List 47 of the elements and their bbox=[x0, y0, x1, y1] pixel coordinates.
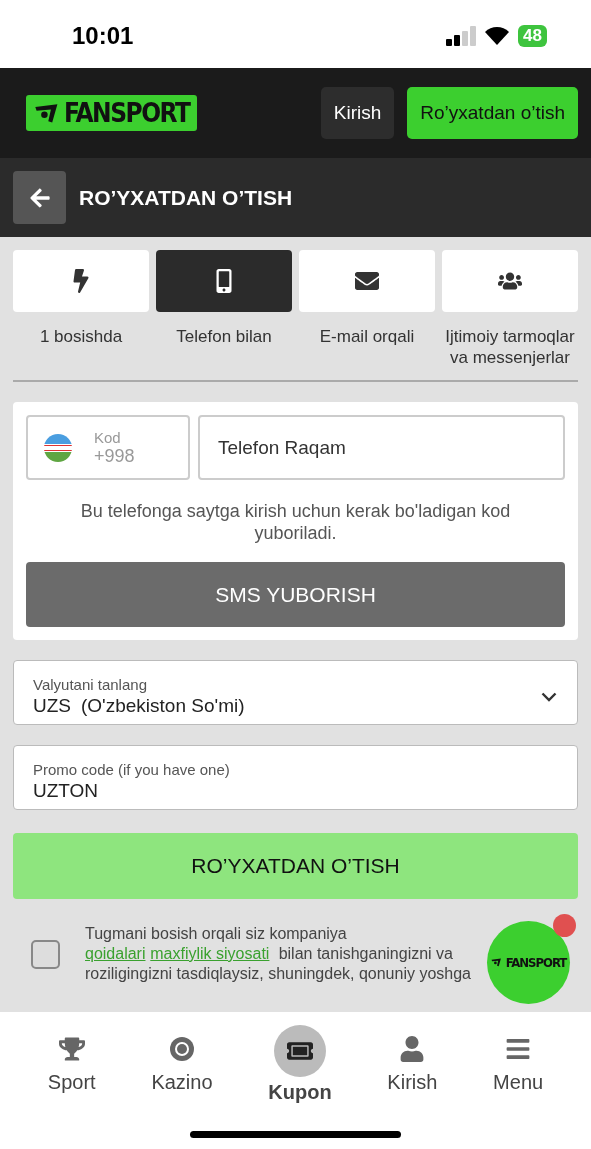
method-tab[interactable] bbox=[442, 250, 578, 312]
logo-icon bbox=[34, 102, 60, 124]
trophy-icon bbox=[58, 1036, 85, 1062]
envelope-icon bbox=[355, 269, 379, 293]
promo-value: UZTON bbox=[33, 780, 99, 802]
method-tab[interactable] bbox=[299, 250, 435, 312]
nav-item[interactable]: Menu bbox=[487, 1032, 550, 1095]
method-label: Ijtimoiy tarmoqlar va messenjerlar bbox=[444, 326, 576, 368]
consent-text: Tugmani bosish orqali siz kompaniya qoidalari maxfiylik siyosati bilan tanishganingizni va roziligingizni tasdiqlaysiz, shuningdek, qonuniy yoshga bbox=[85, 924, 472, 984]
method-label: E-mail orqali bbox=[319, 326, 415, 347]
back-button[interactable] bbox=[13, 171, 66, 224]
currency-name: (O'zbekiston So'mi) bbox=[81, 695, 245, 717]
phone-input[interactable]: Telefon Raqam bbox=[198, 415, 565, 480]
logo-icon bbox=[490, 958, 502, 967]
method-label: 1 bosishda bbox=[39, 326, 123, 347]
method-label: Telefon bilan bbox=[176, 326, 272, 347]
casino-chip-icon bbox=[169, 1036, 195, 1062]
promo-label: Promo code (if you have one) bbox=[33, 761, 230, 778]
register-submit-button[interactable]: RO’YXATDAN O’TISH bbox=[13, 833, 578, 899]
code-label: Kod bbox=[94, 428, 122, 446]
register-button[interactable]: Ro’yxatdan o’tish bbox=[407, 87, 578, 139]
nav-item[interactable]: Sport bbox=[41, 1032, 102, 1095]
signal-icon bbox=[446, 26, 477, 46]
flag-icon bbox=[44, 433, 72, 462]
status-time: 10:01 bbox=[72, 22, 134, 50]
currency-label: Valyutani tanlang bbox=[33, 676, 148, 693]
user-icon bbox=[399, 1036, 426, 1062]
fansport-float-button[interactable]: FANSPORT bbox=[487, 921, 570, 1004]
send-sms-button[interactable]: SMS YUBORISH bbox=[26, 562, 565, 627]
currency-code: UZS bbox=[33, 695, 71, 717]
battery-level: 48 bbox=[518, 25, 547, 47]
menu-icon bbox=[505, 1036, 532, 1062]
fansport-logo[interactable]: FANSPORT bbox=[26, 95, 198, 131]
hint-text: Bu telefonga saytga kirish uchun kerak bo'ladigan kod yuboriladi. bbox=[79, 500, 512, 544]
nav-item[interactable]: Kupon bbox=[262, 1024, 338, 1105]
code-value: +998 bbox=[94, 445, 135, 467]
consent-checkbox[interactable] bbox=[31, 939, 60, 969]
wifi-icon bbox=[484, 26, 511, 46]
chevron-down-icon bbox=[541, 691, 557, 702]
currency-select[interactable]: Valyutani tanlang UZS (O'zbekiston So'mi) bbox=[13, 660, 578, 725]
promo-code-field[interactable]: Promo code (if you have one) UZTON bbox=[13, 745, 578, 810]
login-button[interactable]: Kirish bbox=[320, 87, 395, 139]
page-title: RO’YXATDAN O’TISH bbox=[79, 185, 293, 210]
nav-item[interactable]: Kazino bbox=[145, 1032, 219, 1095]
back-arrow-icon bbox=[28, 186, 51, 209]
nav-item[interactable]: Kirish bbox=[381, 1032, 444, 1095]
method-tab[interactable] bbox=[156, 250, 292, 312]
